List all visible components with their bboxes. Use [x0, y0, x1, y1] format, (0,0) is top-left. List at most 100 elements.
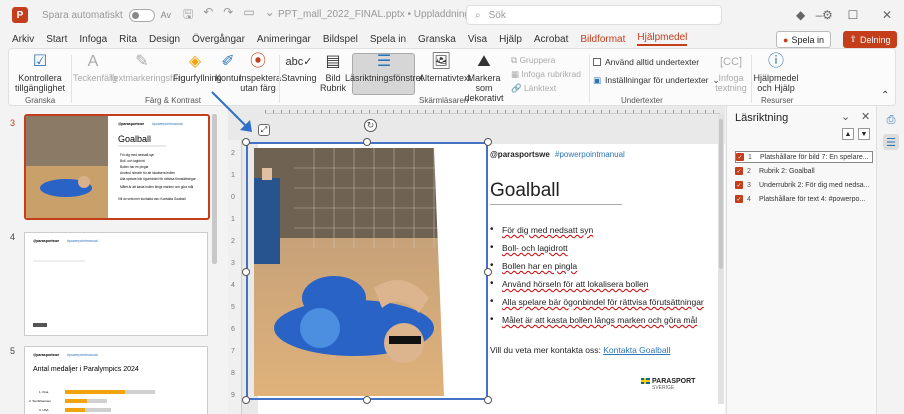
caption-settings-dropdown[interactable]: ▣ Inställningar för undertexter ⌄	[593, 75, 720, 85]
search-box[interactable]: ⌕ Sök	[466, 5, 722, 25]
logo-subtext: SVERIGE	[652, 385, 675, 391]
reading-order-item[interactable]: ✓ 2 Rubrik 2: Goalball	[735, 165, 873, 177]
preview-line-5: Alla spelare bär ögonbindel för rättvisa…	[120, 177, 197, 181]
reading-order-item[interactable]: ✓ 4 Platshållare för text 4: #powerpo...	[735, 193, 873, 205]
link-text-button[interactable]: 🔗 Länktext	[511, 83, 556, 93]
minimize-icon[interactable]: –	[802, 8, 836, 22]
resize-handle[interactable]	[242, 396, 250, 404]
checkbox-checked-icon[interactable]: ✓	[735, 167, 743, 175]
bullet-item: Alla spelare bär ögonbindel för rättvisa…	[490, 296, 704, 308]
tab-design[interactable]: Design	[149, 34, 180, 45]
reading-order-item[interactable]: ✓ 1 Platshållare för bild 7: En spelare.…	[735, 151, 873, 163]
checkbox-checked-icon[interactable]: ✓	[736, 153, 744, 161]
resize-handle[interactable]	[363, 396, 371, 404]
tab-start[interactable]: Start	[46, 34, 67, 45]
inspect-label: Inspektera utan färg	[239, 73, 282, 93]
designer-pane-icon[interactable]: ⎙	[883, 112, 899, 128]
redo-icon[interactable]: ↷	[223, 5, 233, 26]
close-pane-icon[interactable]: ✕	[861, 110, 870, 123]
insert-header-row-button[interactable]: ▦ Infoga rubrikrad	[511, 69, 581, 79]
spelling-label: Stavning	[281, 73, 317, 83]
close-icon[interactable]: ✕	[870, 8, 904, 22]
layout-options-icon[interactable]: ⤢	[258, 124, 270, 136]
tab-overgangar[interactable]: Övergångar	[192, 34, 245, 45]
preview-logo	[33, 323, 47, 327]
tab-arkiv[interactable]: Arkiv	[12, 34, 34, 45]
resize-handle[interactable]	[484, 396, 492, 404]
always-use-captions-checkbox[interactable]: Använd alltid undertexter	[593, 57, 699, 67]
resize-handle[interactable]	[363, 138, 371, 146]
tab-granska[interactable]: Granska	[418, 34, 456, 45]
slide-thumbnail-5[interactable]: @parasportswe #powerpointmanual Antal me…	[24, 346, 208, 414]
slide-thumbnail-3[interactable]: @parasportswe #powerpointmanual Goalball…	[24, 114, 210, 220]
check-accessibility-button[interactable]: ☑ Kontrollera tillgänglighet	[15, 53, 65, 93]
more-icon[interactable]: ⌄	[265, 5, 275, 26]
shape-outline-button[interactable]: ✐ Kontur	[215, 53, 242, 83]
reading-order-pane: Läsriktning ⌄ ✕ ▲ ▼ ✓ 1 Platshållare för…	[726, 106, 876, 414]
accessibility-help-button[interactable]: ⓘ Hjälpmedel och Hjälp	[751, 53, 801, 93]
checkbox-checked-icon[interactable]: ✓	[735, 195, 743, 203]
thumbnail-scrollbar[interactable]	[212, 114, 217, 264]
tab-rita[interactable]: Rita	[119, 34, 137, 45]
preview-line-3: Bollen har en pingla	[120, 165, 148, 169]
ruler-number: 1	[231, 216, 235, 223]
reading-order-icon: ☰	[376, 53, 392, 70]
slide-bullet-list[interactable]: För dig med nedsatt syn Boll- och lagidr…	[490, 224, 704, 332]
record-button[interactable]: ● Spela in	[776, 31, 831, 48]
inspect-without-color-button[interactable]: ⦿ Inspektera utan färg	[239, 53, 281, 93]
tab-hjalp[interactable]: Hjälp	[499, 34, 522, 45]
undo-icon[interactable]: ↶	[203, 5, 213, 26]
maximize-icon[interactable]: ☐	[836, 8, 870, 22]
reading-order-pane-icon[interactable]: ☰	[883, 134, 899, 150]
search-input[interactable]: Sök	[489, 10, 506, 21]
tab-bildformat[interactable]: Bildformat	[580, 34, 625, 45]
reading-order-item[interactable]: ✓ 3 Underrubrik 2: För dig med nedsa...	[735, 179, 873, 191]
move-down-button[interactable]: ▼	[858, 128, 870, 140]
mark-decorative-label: Markera som dekorativt	[464, 73, 504, 103]
tab-animeringar[interactable]: Animeringar	[257, 34, 311, 45]
slide-title[interactable]: Goalball	[490, 180, 560, 202]
present-icon[interactable]: ▭	[243, 5, 254, 26]
shape-fill-button[interactable]: ◈ Figurfyllning	[173, 53, 222, 83]
slide-hashtag[interactable]: #powerpointmanual	[555, 150, 625, 159]
selected-picture-frame[interactable]	[246, 142, 488, 400]
autosave-toggle[interactable]: Spara automatiskt Av	[42, 8, 171, 22]
resize-handle[interactable]	[242, 268, 250, 276]
alt-text-button[interactable]: 🖼 Alternativtext	[419, 53, 471, 83]
window-controls: – ☐ ✕	[802, 0, 904, 30]
canvas-scrollbar[interactable]	[718, 114, 724, 404]
tab-spela-in[interactable]: Spela in	[370, 34, 406, 45]
checkbox-checked-icon[interactable]: ✓	[735, 181, 743, 189]
move-up-button[interactable]: ▲	[842, 128, 854, 140]
share-button[interactable]: ⇪ Delning	[843, 31, 897, 48]
highlight-color-button[interactable]: ✎ Textmarkeringsfärg	[109, 53, 186, 83]
tab-infoga[interactable]: Infoga	[79, 34, 107, 45]
group-button[interactable]: ⧉ Gruppera	[511, 55, 555, 65]
save-icon[interactable]: 🖫	[183, 5, 193, 26]
parasport-logo: PARASPORT SVERIGE	[652, 378, 695, 391]
autosave-switch[interactable]	[128, 8, 155, 22]
slide-thumbnail-4[interactable]: @parasportswe #powerpointmanual	[24, 232, 208, 336]
pane-options-chevron-icon[interactable]: ⌄	[841, 110, 850, 123]
tab-bildspel[interactable]: Bildspel	[323, 34, 358, 45]
record-icon: ●	[783, 34, 789, 45]
group-label-color-contrast: Färg & Kontrast	[145, 96, 202, 105]
reading-order-pane-button[interactable]: ☰ Läsriktningsfönstret	[345, 53, 423, 83]
spelling-button[interactable]: abc✓ Stavning	[281, 53, 317, 83]
font-color-button[interactable]: A Teckenfärg	[73, 53, 117, 83]
resize-handle[interactable]	[242, 138, 250, 146]
resize-handle[interactable]	[484, 138, 492, 146]
tab-acrobat[interactable]: Acrobat	[534, 34, 568, 45]
collapse-ribbon-icon[interactable]: ⌃	[881, 91, 889, 101]
tab-hjalpmedel[interactable]: Hjälpmedel	[637, 32, 688, 46]
preview-row-2: 2. Storbritannien	[29, 399, 51, 403]
slide-number-4: 4	[10, 232, 16, 242]
tab-visa[interactable]: Visa	[468, 34, 487, 45]
reading-order-item-label: Underrubrik 2: För dig med nedsa...	[759, 181, 870, 189]
preview-brand: @parasportswe	[33, 239, 59, 243]
rotate-handle-icon[interactable]: ↻	[364, 119, 377, 132]
insert-captions-button[interactable]: [CC] Infoga textning	[709, 53, 753, 93]
slide-brand-handle[interactable]: @parasportswe	[490, 150, 550, 159]
contact-link[interactable]: Kontakta Goalball	[603, 345, 670, 355]
side-toolbar: ⎙ ☰	[876, 106, 904, 414]
